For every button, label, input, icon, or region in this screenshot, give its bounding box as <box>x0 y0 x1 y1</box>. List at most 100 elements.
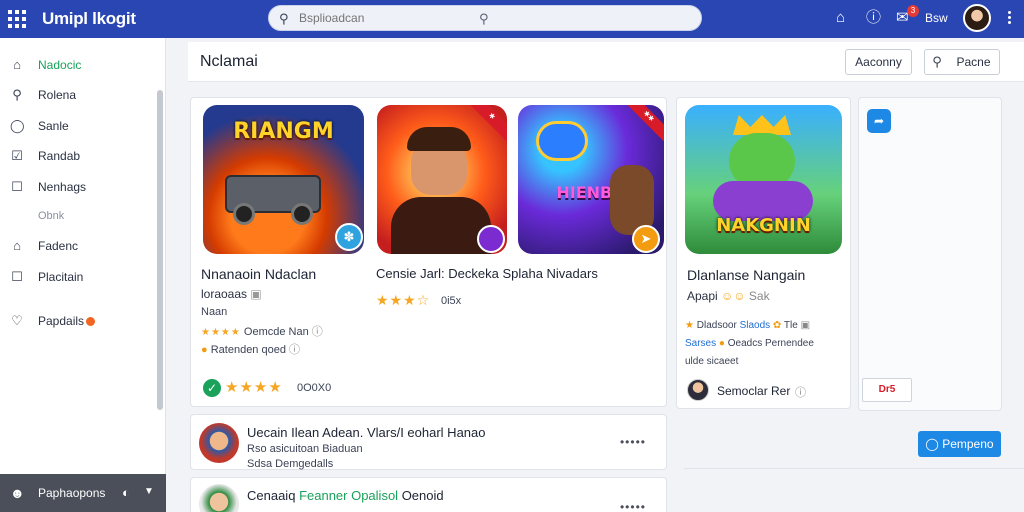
user-icon: ☻ <box>10 485 25 501</box>
page-button[interactable]: Pacne <box>948 49 1000 75</box>
info-icon[interactable]: ⓘ <box>866 9 881 27</box>
rating-count: 0O0X0 <box>297 382 332 394</box>
globe-icon[interactable]: ◐ <box>122 485 130 500</box>
sidebar-item-label: Rolena <box>38 88 77 102</box>
flame-icon: ✿ <box>772 320 782 331</box>
promo-tag-image[interactable]: Dr5 <box>862 378 912 402</box>
list-item[interactable]: Uecain Ilean Adean. Vlars/I eoharl Hanao… <box>190 414 667 470</box>
emoji-icon: ☺ <box>733 289 746 303</box>
game-meta-line: ● Ratenden qoed ⓘ <box>201 344 301 356</box>
list-avatar <box>199 484 239 512</box>
home-icon: ⌂ <box>13 238 21 253</box>
list-item-line: Sdsa Demgedalls <box>247 458 334 470</box>
sidebar-item-list[interactable]: ☐ Nenhags <box>0 174 156 200</box>
primary-action-button[interactable]: ◯ Pempeno <box>918 431 1001 457</box>
rating-stars: ★★★★ <box>225 379 283 396</box>
sidebar-item-tasks[interactable]: ☑ Randab <box>0 143 156 169</box>
crown-image <box>733 115 791 135</box>
sidebar-item-label: Papdails <box>38 314 96 328</box>
sidebar-badge <box>86 317 96 327</box>
game-art-title: RIANGM <box>233 119 334 144</box>
rating-stars: ★★★☆ <box>376 292 431 308</box>
sidebar-scrollbar[interactable] <box>157 90 163 410</box>
sidebar-item-library[interactable]: ☐ Placitain <box>0 264 156 290</box>
info-icon: ▣ <box>250 287 262 301</box>
sidebar-subheading: Obnk <box>38 210 65 222</box>
author-name[interactable]: Semoclar Rer <box>717 384 790 398</box>
game-art-title: NAKGNIN <box>716 215 811 236</box>
tag-icon: ♡ <box>11 313 23 328</box>
character-hair-image <box>407 127 471 151</box>
sidebar-item-favorites[interactable]: ⌂ Fadenc <box>0 233 156 259</box>
list-item[interactable]: Cenaaiq Feanner Opalisol Oenoid ••••• <box>190 477 667 512</box>
ribbon-badge: ✱ <box>465 105 507 143</box>
home-icon: ⌂ <box>13 57 21 72</box>
mini-stars: ★★★★ <box>201 327 241 338</box>
info-icon: ▣ <box>800 320 811 331</box>
game-meta-line: Sarses ● Oeadcs Pernendee <box>685 338 814 349</box>
sidebar-footer-label: Paphaopons <box>38 486 106 500</box>
wheel-image <box>291 203 313 225</box>
more-options-icon[interactable]: ••••• <box>620 435 646 449</box>
top-bar: Umipl lkogit ⚲ ⚲ ⌂ ⓘ ✉ 3 Bsw <box>0 0 1024 38</box>
search-icon[interactable]: ⚲ <box>279 11 293 26</box>
game-subtitle: loraoaas ▣ <box>201 287 262 301</box>
side-panel: ➦ Dr5 <box>858 97 1002 411</box>
more-menu-icon[interactable] <box>1002 9 1016 25</box>
user-name[interactable]: Bsw <box>925 11 948 25</box>
list-avatar <box>199 423 239 463</box>
sidebar-item-tags[interactable]: ♡ Papdails <box>0 308 156 334</box>
platform-badge-icon <box>477 225 505 253</box>
game-card: NAKGNIN Dlanlanse Nangain Apapi ☺☺ Sak ★… <box>676 97 851 409</box>
character-body-image <box>391 197 491 254</box>
info-icon: ⓘ <box>289 344 301 356</box>
game-thumbnail[interactable]: RIANGM ✽ <box>203 105 364 254</box>
app-brand[interactable]: Umipl lkogit <box>42 9 136 29</box>
user-avatar[interactable] <box>963 4 991 32</box>
sidebar-item-label: Nadocic <box>38 58 82 72</box>
game-thumbnail[interactable]: HIENBH ✱✱ ➤ <box>518 105 664 254</box>
link-icon[interactable]: ➦ <box>867 109 891 133</box>
account-button[interactable]: Aaconny <box>845 49 912 75</box>
sidebar-item-label: Randab <box>38 149 81 163</box>
search-icon[interactable]: ⚲ <box>924 49 950 75</box>
divider <box>684 468 1024 469</box>
game-thumbnail[interactable]: NAKGNIN <box>685 105 842 254</box>
search-bar[interactable]: ⚲ ⚲ <box>268 5 702 31</box>
game-title[interactable]: Nnanaoin Ndaclan <box>201 266 316 282</box>
game-subtitle: Apapi ☺☺ Sak <box>687 289 770 303</box>
info-icon: ⓘ <box>311 326 323 338</box>
game-meta-line: ★★★★ Oemcde Nan ⓘ <box>201 326 323 338</box>
orb-image <box>536 121 588 161</box>
sidebar-item-chat[interactable]: ◯ Sanle <box>0 113 156 139</box>
sidebar: ⌂ Nadocic ⚲ Rolena ◯ Sanle ☑ Randab ☐ Ne… <box>0 38 166 512</box>
search-input[interactable] <box>299 9 479 27</box>
game-thumbnail[interactable]: ✱ <box>377 105 507 254</box>
sidebar-item-label: Nenhags <box>38 180 87 194</box>
emoji-icon: ☺ <box>721 289 734 303</box>
chat-icon: ◯ <box>10 118 25 133</box>
game-tag: Naan <box>201 306 228 318</box>
sidebar-item-label: Placitain <box>38 270 84 284</box>
game-meta-line: ★ Dladsoor Slaods ✿ Tle ▣ <box>685 320 811 331</box>
info-icon: ⓘ <box>795 387 806 399</box>
rating-count: 0i5x <box>441 295 462 307</box>
star-icon: ★ <box>685 320 694 331</box>
list-item-title: Cenaaiq Feanner Opalisol Oenoid <box>247 488 444 503</box>
notification-badge: 3 <box>907 5 919 17</box>
check-square-icon: ☑ <box>11 148 23 163</box>
chevron-down-icon[interactable]: ▼ <box>144 486 154 497</box>
search-icon: ⚲ <box>12 87 22 102</box>
game-title[interactable]: Dlanlanse Nangain <box>687 267 805 283</box>
sidebar-item-home[interactable]: ⌂ Nadocic <box>0 52 156 78</box>
author-avatar[interactable] <box>687 379 709 401</box>
sidebar-item-search[interactable]: ⚲ Rolena <box>0 82 156 108</box>
home-icon[interactable]: ⌂ <box>836 9 845 27</box>
square-icon: ☐ <box>11 179 23 194</box>
sidebar-item-label: Sanle <box>38 119 69 133</box>
magnifier-icon[interactable]: ⚲ <box>479 11 489 27</box>
more-options-icon[interactable]: ••••• <box>620 500 646 512</box>
sidebar-footer[interactable]: ☻ Paphaopons ◐ ▼ <box>0 474 166 512</box>
apps-grid-icon[interactable] <box>8 10 26 28</box>
game-title[interactable]: Censie Jarl: Deckeka Splaha Nivadars <box>376 266 598 281</box>
